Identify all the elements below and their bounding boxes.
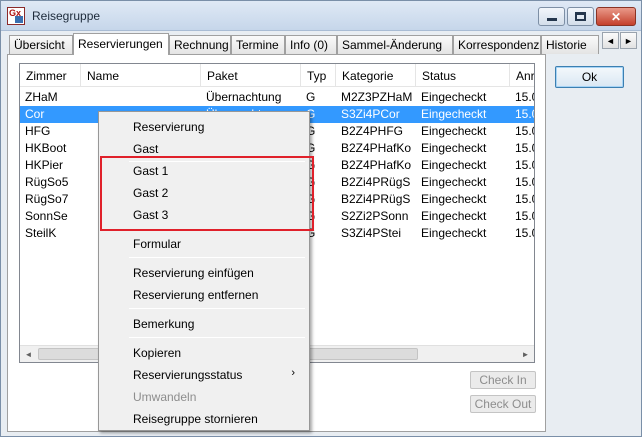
arrow-left-icon: ◄ [606,35,615,46]
tab-historie[interactable]: Historie [541,35,599,54]
cell-anre: 15.0 [515,107,534,121]
menu-item-reservierung[interactable]: Reservierung [101,116,307,138]
menu-item-reservierung-einfuegen[interactable]: Reservierung einfügen [101,262,307,284]
cell-kategorie: B2Z4PHafKo [341,158,412,172]
ok-button[interactable]: Ok [555,66,624,88]
reisegruppe-window: Gx Reisegruppe ✕ Übersicht Reservierunge… [0,0,642,437]
tab-scroll-right-button[interactable]: ► [620,32,637,49]
cell-zimmer: SteilK [25,226,57,240]
cell-zimmer: HKBoot [25,141,67,155]
menu-separator [129,257,305,258]
cell-zimmer: ZHaM [25,90,58,104]
tab-termine[interactable]: Termine [231,35,285,54]
menu-item-umwandeln[interactable]: Umwandeln [101,386,307,408]
cell-anre: 15.0 [515,192,534,206]
menu-separator [129,308,305,309]
cell-kategorie: B2Zi4PRügS [341,175,411,189]
context-menu: Reservierung Gast Gast 1 Gast 2 Gast 3 F… [98,111,310,431]
cell-typ: G [306,90,316,104]
menu-item-kopieren[interactable]: Kopieren [101,342,307,364]
cell-kategorie: S3Zi4PCor [341,107,400,121]
menu-separator [129,337,305,338]
cell-anre: 15.0 [515,141,534,155]
cell-status: Eingecheckt [421,158,487,172]
menu-item-gast-1[interactable]: Gast 1 [101,160,307,182]
table-row[interactable]: ZHaM Übernachtung G M2Z3PZHaM Eingecheckt 15.… [20,89,534,106]
tab-scroll-left-button[interactable]: ◄ [602,32,619,49]
column-header-name-label: Name [87,69,120,83]
tab-reservierungen[interactable]: Reservierungen [73,33,169,55]
cell-status: Eingecheckt [421,175,487,189]
cell-zimmer: SonnSe [25,209,68,223]
tab-strip: Übersicht Reservierungen Rechnung Termin… [9,33,599,55]
maximize-icon [575,12,586,21]
menu-item-reisegruppe-stornieren[interactable]: Reisegruppe stornieren [101,408,307,430]
column-header-anreise[interactable]: Anre [510,64,534,87]
cell-status: Eingecheckt [421,209,487,223]
cell-kategorie: B2Z4PHafKo [341,141,412,155]
cell-anre: 15.0 [515,209,534,223]
cell-anre: 15.0 [515,175,534,189]
check-in-button[interactable]: Check In [470,371,536,389]
cell-status: Eingecheckt [421,226,487,240]
column-header-kategorie[interactable]: Kategorie [336,64,416,87]
close-icon: ✕ [610,9,622,24]
column-header-paket[interactable]: Paket [201,64,301,87]
cell-zimmer: HKPier [25,158,64,172]
arrow-right-icon: ► [624,35,633,46]
tab-sammel-aenderung[interactable]: Sammel-Änderung [337,35,453,54]
cell-status: Eingecheckt [421,107,487,121]
close-button[interactable]: ✕ [596,7,636,26]
app-icon: Gx [7,7,25,25]
cell-kategorie: B2Z4PHFG [341,124,404,138]
cell-status: Eingecheckt [421,141,487,155]
tab-rechnung[interactable]: Rechnung [169,35,231,54]
column-header-zimmer[interactable]: Zimmer [20,64,81,87]
cell-status: Eingecheckt [421,124,487,138]
tab-info[interactable]: Info (0) [285,35,337,54]
cell-zimmer: RügSo7 [25,192,69,206]
cell-zimmer: RügSo5 [25,175,69,189]
menu-item-reservierungsstatus-label: Reservierungsstatus [133,368,243,382]
menu-item-reservierung-entfernen[interactable]: Reservierung entfernen [101,284,307,306]
cell-anre: 15.0 [515,226,534,240]
cell-anre: 15.0 [515,158,534,172]
table-header: Zimmer Name⌄ Paket Typ Kategorie Status … [20,64,534,87]
menu-separator [129,229,305,230]
cell-kategorie: S2Zi2PSonn [341,209,409,223]
menu-item-reservierungsstatus[interactable]: Reservierungsstatus › [101,364,307,386]
scroll-right-icon[interactable]: ► [517,346,534,362]
menu-item-gast-3[interactable]: Gast 3 [101,204,307,226]
cell-status: Eingecheckt [421,192,487,206]
menu-item-gast-2[interactable]: Gast 2 [101,182,307,204]
column-header-status[interactable]: Status [416,64,510,87]
cell-kategorie: S3Zi4PStei [341,226,402,240]
cell-status: Eingecheckt [421,90,487,104]
cell-anre: 15.0 [515,124,534,138]
title-bar[interactable]: Gx Reisegruppe ✕ [1,1,641,31]
tab-uebersicht[interactable]: Übersicht [9,35,73,54]
submenu-arrow-icon: › [291,367,295,379]
window-title: Reisegruppe [32,9,101,23]
menu-item-bemerkung[interactable]: Bemerkung [101,313,307,335]
cell-zimmer: Cor [25,107,45,121]
cell-kategorie: M2Z3PZHaM [341,90,413,104]
column-header-typ[interactable]: Typ [301,64,336,87]
minimize-button[interactable] [538,7,565,26]
scroll-left-icon[interactable]: ◄ [20,346,37,362]
cell-anre: 15.0 [515,90,534,104]
minimize-icon [546,18,557,21]
menu-item-formular[interactable]: Formular [101,233,307,255]
cell-zimmer: HFG [25,124,51,138]
maximize-button[interactable] [567,7,594,26]
column-header-name[interactable]: Name⌄ [81,64,201,87]
cell-kategorie: B2Zi4PRügS [341,192,411,206]
tab-korrespondenz[interactable]: Korrespondenz [453,35,541,54]
cell-paket: Übernachtung [206,90,282,104]
menu-item-gast[interactable]: Gast [101,138,307,160]
check-out-button[interactable]: Check Out [470,395,536,413]
